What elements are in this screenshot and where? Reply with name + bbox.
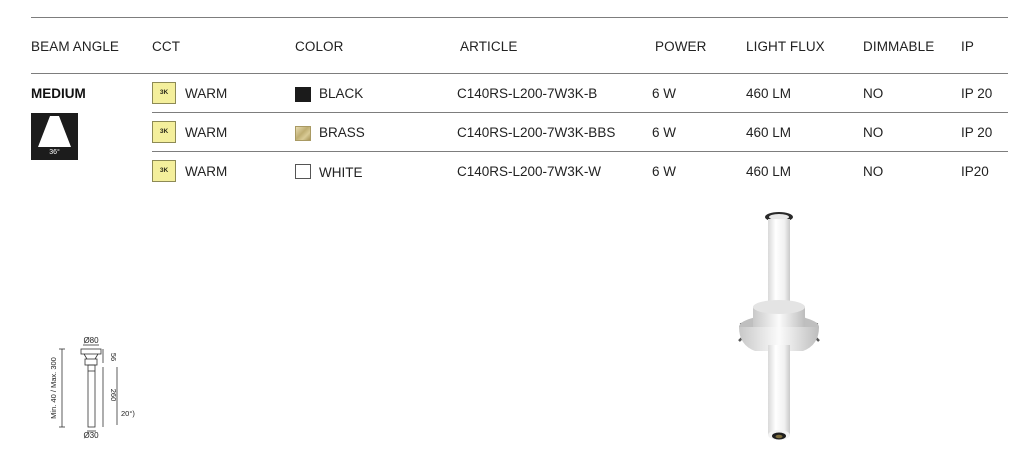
- header-beam-angle: BEAM ANGLE: [31, 39, 120, 54]
- header-cct: CCT: [152, 39, 181, 54]
- beam-name: MEDIUM: [31, 86, 86, 101]
- row-divider: [152, 112, 1008, 113]
- flux-value: 460 LM: [746, 86, 792, 101]
- header-power: POWER: [655, 39, 707, 54]
- dimmable-value: NO: [863, 125, 884, 140]
- article-code: C140RS-L200-7W3K-B: [457, 86, 598, 101]
- bottom-diameter-label: Ø30: [83, 431, 99, 440]
- header-article: ARTICLE: [460, 39, 518, 54]
- dimmable-value: NO: [863, 86, 884, 101]
- flux-value: 460 LM: [746, 164, 792, 179]
- color-label: BRASS: [319, 125, 365, 140]
- ip-value: IP20: [961, 164, 989, 179]
- color-swatch: [295, 87, 311, 102]
- tilt-label: 20°): [121, 409, 135, 418]
- row-divider: [152, 151, 1008, 152]
- power-value: 6 W: [652, 125, 677, 140]
- cct-badge: 3K: [152, 160, 176, 182]
- table-top-rule: [31, 17, 1008, 18]
- product-image: [725, 205, 835, 450]
- power-value: 6 W: [652, 164, 677, 179]
- header-ip: IP: [961, 39, 974, 54]
- header-color: COLOR: [295, 39, 344, 54]
- flux-value: 460 LM: [746, 125, 792, 140]
- power-value: 6 W: [652, 86, 677, 101]
- height-body-label: 260: [109, 389, 118, 402]
- ip-value: IP 20: [961, 86, 993, 101]
- beam-angle-icon: 36°: [31, 113, 78, 160]
- beam-angle-label: 36°: [49, 149, 60, 156]
- color-label: BLACK: [319, 86, 364, 101]
- header-light-flux: LIGHT FLUX: [746, 39, 825, 54]
- article-code: C140RS-L200-7W3K-W: [457, 164, 602, 179]
- dimension-drawing: Ø80 Ø30 56 260 Min. 40 / Max. 300 20°): [45, 335, 155, 443]
- color-swatch: [295, 164, 311, 179]
- cct-label: WARM: [185, 86, 228, 101]
- header-bottom-rule: [31, 73, 1008, 74]
- mounting-range-label: Min. 40 / Max. 300: [49, 357, 58, 419]
- cct-label: WARM: [185, 125, 228, 140]
- cct-badge: 3K: [152, 82, 176, 104]
- header-dimmable: DIMMABLE: [863, 39, 935, 54]
- top-diameter-label: Ø80: [83, 336, 99, 345]
- cct-label: WARM: [185, 164, 228, 179]
- color-swatch: [295, 126, 311, 141]
- dimmable-value: NO: [863, 164, 884, 179]
- cct-badge: 3K: [152, 121, 176, 143]
- article-code: C140RS-L200-7W3K-BBS: [457, 125, 616, 140]
- ip-value: IP 20: [961, 125, 993, 140]
- height-top-label: 56: [109, 353, 118, 361]
- color-label: WHITE: [319, 165, 363, 180]
